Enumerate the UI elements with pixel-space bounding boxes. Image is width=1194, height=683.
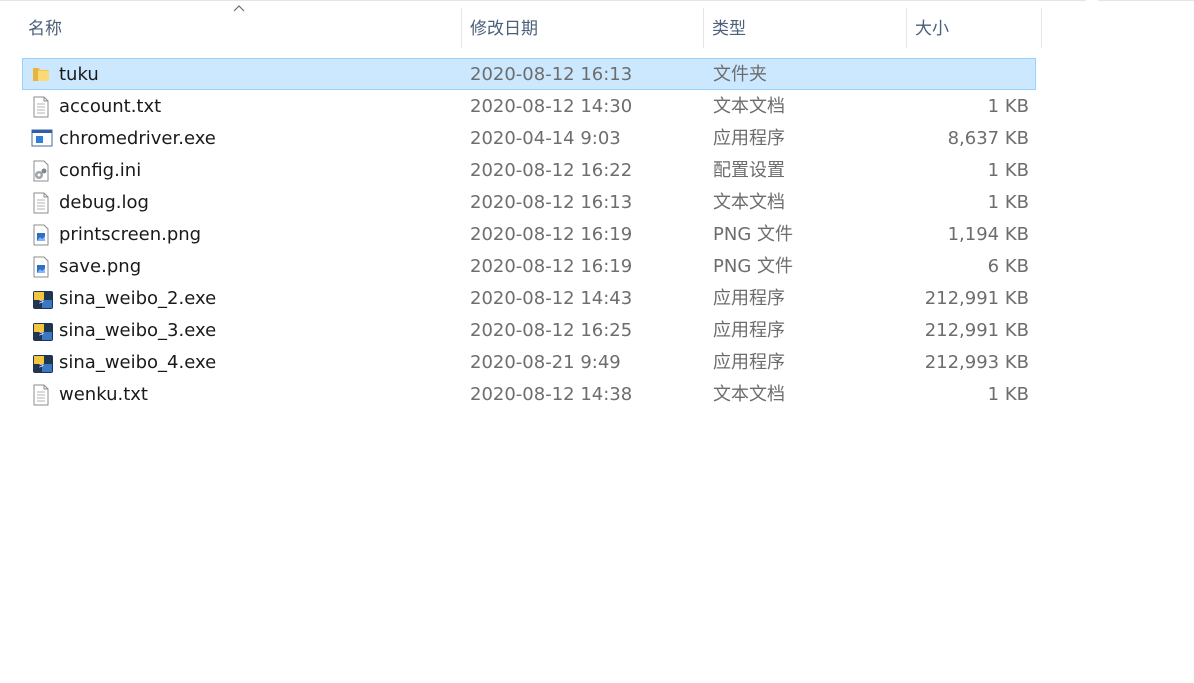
file-type: 应用程序	[713, 320, 785, 341]
file-type: 文本文档	[713, 96, 785, 117]
text-file-icon	[31, 379, 53, 409]
column-header-type-label: 类型	[712, 19, 746, 39]
file-row-sina_weibo_4.exe[interactable]: > sina_weibo_4.exe 2020-08-21 9:49 应用程序 …	[22, 346, 1036, 378]
file-modified-date: 2020-08-12 16:13	[470, 64, 633, 85]
file-size: 1 KB	[987, 192, 1029, 213]
file-modified-date: 2020-08-12 16:19	[470, 224, 633, 245]
file-name: account.txt	[59, 96, 162, 117]
config-file-icon	[31, 155, 53, 185]
file-modified-date: 2020-08-12 14:43	[470, 288, 633, 309]
file-row-account.txt[interactable]: account.txt 2020-08-12 14:30 文本文档 1 KB	[22, 90, 1036, 122]
file-name: wenku.txt	[59, 384, 148, 405]
python-exe-icon: >	[31, 347, 53, 377]
file-size: 6 KB	[987, 256, 1029, 277]
file-size: 1 KB	[987, 384, 1029, 405]
svg-text:>: >	[39, 297, 44, 306]
file-name: save.png	[59, 256, 142, 277]
file-type: PNG 文件	[713, 224, 793, 245]
file-type: 文件夹	[713, 64, 767, 85]
file-modified-date: 2020-08-12 16:25	[470, 320, 633, 341]
file-modified-date: 2020-04-14 9:03	[470, 128, 621, 149]
file-size: 8,637 KB	[947, 128, 1029, 149]
svg-text:>: >	[39, 361, 44, 370]
file-row-wenku.txt[interactable]: wenku.txt 2020-08-12 14:38 文本文档 1 KB	[22, 378, 1036, 410]
file-name: sina_weibo_2.exe	[59, 288, 217, 309]
file-modified-date: 2020-08-21 9:49	[470, 352, 621, 373]
file-size: 212,993 KB	[924, 352, 1029, 373]
text-file-icon	[31, 187, 53, 217]
python-exe-icon: >	[31, 283, 53, 313]
file-size: 1 KB	[987, 96, 1029, 117]
file-modified-date: 2020-08-12 16:22	[470, 160, 633, 181]
file-name: chromedriver.exe	[59, 128, 216, 149]
file-row-sina_weibo_2.exe[interactable]: > sina_weibo_2.exe 2020-08-12 14:43 应用程序…	[22, 282, 1036, 314]
file-row-printscreen.png[interactable]: printscreen.png 2020-08-12 16:19 PNG 文件 …	[22, 218, 1036, 250]
file-size: 212,991 KB	[924, 320, 1029, 341]
column-header-size[interactable]: 大小	[907, 8, 1042, 48]
file-name: debug.log	[59, 192, 149, 213]
file-modified-date: 2020-08-12 14:38	[470, 384, 633, 405]
image-file-icon	[31, 219, 53, 249]
file-name: sina_weibo_4.exe	[59, 352, 217, 373]
file-name: config.ini	[59, 160, 142, 181]
column-header-date-label: 修改日期	[470, 19, 538, 39]
image-file-icon	[31, 251, 53, 281]
file-name: printscreen.png	[59, 224, 202, 245]
app-window-icon	[31, 123, 53, 153]
file-row-config.ini[interactable]: config.ini 2020-08-12 16:22 配置设置 1 KB	[22, 154, 1036, 186]
svg-text:>: >	[39, 329, 44, 338]
column-header-name[interactable]: 名称	[22, 5, 462, 48]
python-exe-icon: >	[31, 315, 53, 345]
file-row-save.png[interactable]: save.png 2020-08-12 16:19 PNG 文件 6 KB	[22, 250, 1036, 282]
file-modified-date: 2020-08-12 14:30	[470, 96, 633, 117]
file-type: 文本文档	[713, 192, 785, 213]
file-modified-date: 2020-08-12 16:19	[470, 256, 633, 277]
file-explorer-details-view: 名称 修改日期 类型 大小 tuku 2020-08-12 16:13 文件夹 …	[0, 0, 1194, 683]
top-divider	[0, 0, 1086, 1]
column-header-date[interactable]: 修改日期	[462, 8, 704, 48]
file-row-sina_weibo_3.exe[interactable]: > sina_weibo_3.exe 2020-08-12 16:25 应用程序…	[22, 314, 1036, 346]
column-header-type[interactable]: 类型	[704, 8, 907, 48]
file-row-chromedriver.exe[interactable]: chromedriver.exe 2020-04-14 9:03 应用程序 8,…	[22, 122, 1036, 154]
top-divider-right	[1098, 0, 1194, 1]
file-type: PNG 文件	[713, 256, 793, 277]
file-type: 应用程序	[713, 352, 785, 373]
column-header-size-label: 大小	[915, 19, 949, 39]
file-type: 应用程序	[713, 288, 785, 309]
file-row-tuku[interactable]: tuku 2020-08-12 16:13 文件夹	[22, 58, 1036, 90]
file-name: sina_weibo_3.exe	[59, 320, 217, 341]
text-file-icon	[31, 91, 53, 121]
file-modified-date: 2020-08-12 16:13	[470, 192, 633, 213]
file-name: tuku	[59, 64, 99, 85]
file-size: 212,991 KB	[924, 288, 1029, 309]
file-type: 文本文档	[713, 384, 785, 405]
file-type: 应用程序	[713, 128, 785, 149]
folder-icon	[31, 59, 53, 89]
sort-ascending-icon	[233, 4, 245, 12]
file-row-debug.log[interactable]: debug.log 2020-08-12 16:13 文本文档 1 KB	[22, 186, 1036, 218]
file-size: 1 KB	[987, 160, 1029, 181]
file-type: 配置设置	[713, 160, 785, 181]
file-list: tuku 2020-08-12 16:13 文件夹 account.txt 20…	[22, 58, 1036, 410]
column-header-row: 名称 修改日期 类型 大小	[0, 5, 1194, 48]
file-size: 1,194 KB	[947, 224, 1029, 245]
column-header-name-label: 名称	[28, 19, 62, 39]
